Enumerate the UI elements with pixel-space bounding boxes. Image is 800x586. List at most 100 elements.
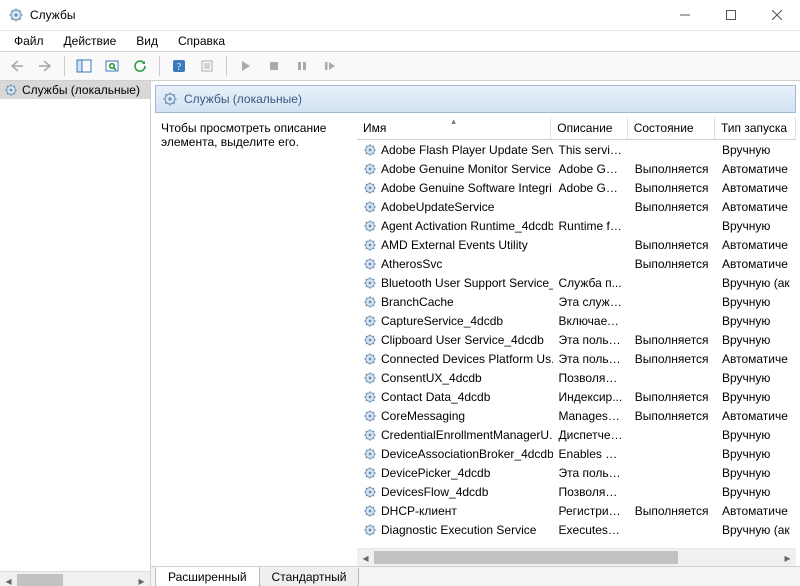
tree-root-services[interactable]: Службы (локальные) xyxy=(0,81,150,99)
help-button[interactable]: ? xyxy=(166,54,192,78)
service-startup-type: Вручную xyxy=(716,466,796,480)
panel-title: Службы (локальные) xyxy=(184,92,302,106)
column-header-state[interactable]: Состояние xyxy=(628,117,715,139)
service-row[interactable]: CaptureService_4dcdbВключает ...Вручную xyxy=(357,311,796,330)
window-title: Службы xyxy=(30,8,75,22)
service-state: Выполняется xyxy=(629,390,716,404)
service-gear-icon xyxy=(363,314,377,328)
service-name: AdobeUpdateService xyxy=(381,200,494,214)
toolbar-separator xyxy=(226,56,227,76)
service-name: Clipboard User Service_4dcdb xyxy=(381,333,544,347)
view-tabs: Расширенный Стандартный xyxy=(151,566,800,586)
service-row[interactable]: Clipboard User Service_4dcdbЭта польз...… xyxy=(357,330,796,349)
refresh-button[interactable] xyxy=(127,54,153,78)
service-description: This servic... xyxy=(553,143,629,157)
service-row[interactable]: AtherosSvcВыполняетсяАвтоматиче xyxy=(357,254,796,273)
panel-header: Службы (локальные) xyxy=(155,85,796,113)
service-description: Manages c... xyxy=(553,409,629,423)
service-row[interactable]: AMD External Events UtilityВыполняетсяАв… xyxy=(357,235,796,254)
service-row[interactable]: DHCP-клиентРегистрир...ВыполняетсяАвтома… xyxy=(357,501,796,520)
service-row[interactable]: DeviceAssociationBroker_4dcdbEnables ap.… xyxy=(357,444,796,463)
show-hide-tree-button[interactable] xyxy=(71,54,97,78)
service-gear-icon xyxy=(363,257,377,271)
service-gear-icon xyxy=(363,238,377,252)
service-startup-type: Вручную (ак xyxy=(716,276,796,290)
service-gear-icon xyxy=(363,219,377,233)
service-startup-type: Вручную xyxy=(716,219,796,233)
list-horizontal-scrollbar[interactable]: ◂ ▸ xyxy=(357,548,796,566)
service-name: CoreMessaging xyxy=(381,409,465,423)
service-row[interactable]: Contact Data_4dcdbИндексир...Выполняется… xyxy=(357,387,796,406)
start-service-button[interactable] xyxy=(233,54,259,78)
service-row[interactable]: DevicesFlow_4dcdbПозволяет...Вручную xyxy=(357,482,796,501)
service-gear-icon xyxy=(363,276,377,290)
stop-service-button[interactable] xyxy=(261,54,287,78)
service-row[interactable]: Diagnostic Execution ServiceExecutes di.… xyxy=(357,520,796,539)
service-row[interactable]: Adobe Flash Player Update Servi...This s… xyxy=(357,140,796,159)
service-name: DeviceAssociationBroker_4dcdb xyxy=(381,447,553,461)
pause-service-button[interactable] xyxy=(289,54,315,78)
column-header-description[interactable]: Описание xyxy=(551,117,627,139)
service-name: AMD External Events Utility xyxy=(381,238,528,252)
restart-service-button[interactable] xyxy=(317,54,343,78)
service-startup-type: Вручную xyxy=(716,143,796,157)
menu-action[interactable]: Действие xyxy=(54,32,127,50)
service-state: Выполняется xyxy=(629,352,716,366)
service-row[interactable]: CoreMessagingManages c...ВыполняетсяАвто… xyxy=(357,406,796,425)
services-list: ▴ Имя Описание Состояние Тип запуска Ado… xyxy=(357,117,796,566)
service-name: CredentialEnrollmentManagerU... xyxy=(381,428,553,442)
menu-help[interactable]: Справка xyxy=(168,32,235,50)
back-button[interactable] xyxy=(4,54,30,78)
service-row[interactable]: AdobeUpdateServiceВыполняетсяАвтоматиче xyxy=(357,197,796,216)
description-pane: Чтобы просмотреть описание элемента, выд… xyxy=(155,117,357,566)
forward-button[interactable] xyxy=(32,54,58,78)
service-row[interactable]: Adobe Genuine Monitor ServiceAdobe Gen..… xyxy=(357,159,796,178)
scroll-right-icon[interactable]: ▸ xyxy=(133,572,150,586)
scroll-left-icon[interactable]: ◂ xyxy=(357,549,374,566)
service-gear-icon xyxy=(363,428,377,442)
service-gear-icon xyxy=(363,200,377,214)
service-description: Эта польз... xyxy=(553,352,629,366)
close-button[interactable] xyxy=(754,0,800,30)
service-name: Adobe Genuine Software Integri... xyxy=(381,181,553,195)
column-header-startup[interactable]: Тип запуска xyxy=(715,117,796,139)
service-row[interactable]: Agent Activation Runtime_4dcdbRuntime fo… xyxy=(357,216,796,235)
tab-extended[interactable]: Расширенный xyxy=(155,567,260,586)
service-startup-type: Автоматиче xyxy=(716,181,796,195)
service-name: Connected Devices Platform Us... xyxy=(381,352,553,366)
tab-standard[interactable]: Стандартный xyxy=(259,568,360,586)
service-startup-type: Автоматиче xyxy=(716,238,796,252)
scroll-left-icon[interactable]: ◂ xyxy=(0,572,17,586)
service-description: Диспетчер... xyxy=(553,428,629,442)
service-row[interactable]: Bluetooth User Support Service_...Служба… xyxy=(357,273,796,292)
column-header-name[interactable]: ▴ Имя xyxy=(357,117,551,139)
minimize-button[interactable] xyxy=(662,0,708,30)
service-startup-type: Вручную xyxy=(716,485,796,499)
menu-view[interactable]: Вид xyxy=(126,32,168,50)
service-description: Индексир... xyxy=(553,390,629,404)
menu-file[interactable]: Файл xyxy=(4,32,54,50)
service-startup-type: Автоматиче xyxy=(716,162,796,176)
service-row[interactable]: CredentialEnrollmentManagerU...Диспетчер… xyxy=(357,425,796,444)
service-description: Регистрир... xyxy=(553,504,629,518)
list-header: ▴ Имя Описание Состояние Тип запуска xyxy=(357,117,796,140)
service-row[interactable]: BranchCacheЭта служб...Вручную xyxy=(357,292,796,311)
service-row[interactable]: DevicePicker_4dcdbЭта польз...Вручную xyxy=(357,463,796,482)
service-gear-icon xyxy=(363,181,377,195)
service-name: BranchCache xyxy=(381,295,454,309)
service-row[interactable]: Connected Devices Platform Us...Эта поль… xyxy=(357,349,796,368)
service-description: Enables ap... xyxy=(553,447,629,461)
service-gear-icon xyxy=(363,485,377,499)
tree-horizontal-scrollbar[interactable]: ◂ ▸ xyxy=(0,571,150,586)
export-list-button[interactable] xyxy=(99,54,125,78)
service-row[interactable]: Adobe Genuine Software Integri...Adobe G… xyxy=(357,178,796,197)
service-state: Выполняется xyxy=(629,333,716,347)
toolbar: ? xyxy=(0,52,800,81)
properties-button[interactable] xyxy=(194,54,220,78)
service-gear-icon xyxy=(363,390,377,404)
service-description: Эта польз... xyxy=(553,466,629,480)
maximize-button[interactable] xyxy=(708,0,754,30)
scroll-right-icon[interactable]: ▸ xyxy=(779,549,796,566)
service-gear-icon xyxy=(363,371,377,385)
service-row[interactable]: ConsentUX_4dcdbПозволяет...Вручную xyxy=(357,368,796,387)
